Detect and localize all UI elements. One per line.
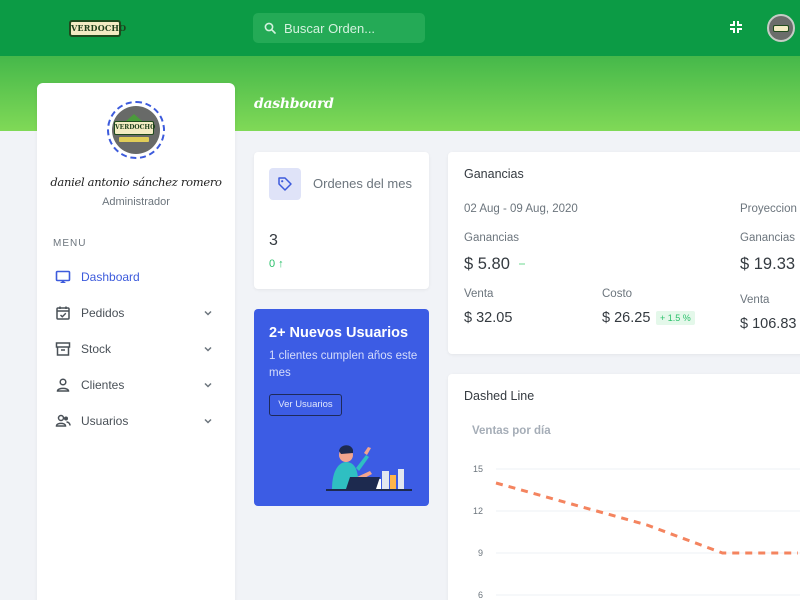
chevron-down-icon: [204, 382, 212, 388]
cost-label: Costo: [602, 288, 633, 300]
earnings-value: $ 5.80: [464, 255, 510, 273]
search-box[interactable]: [253, 13, 425, 43]
new-users-title: 2+ Nuevos Usuarios: [269, 325, 409, 341]
cost-change-badge: + 1.5 %: [656, 311, 695, 325]
projected-sales-label: Venta: [740, 294, 770, 306]
earnings-title: Ganancias: [464, 167, 524, 181]
people-icon: [55, 414, 71, 427]
projected-sales-value: $ 106.83: [740, 316, 797, 332]
sidebar-item-label: Stock: [81, 342, 112, 356]
cost-value: $ 26.25: [602, 310, 651, 326]
orders-delta: 0 ↑: [269, 258, 284, 270]
y-tick-label: 15: [473, 464, 483, 474]
search-input[interactable]: [284, 13, 420, 43]
sidebar: VERDOCHO daniel antonio sánchez romero A…: [37, 83, 235, 600]
tag-icon: [278, 177, 292, 191]
profile-role: Administrador: [102, 196, 170, 208]
view-users-button[interactable]: Ver Usuarios: [269, 394, 342, 416]
sales-value: $ 32.05: [464, 310, 513, 326]
avatar-logo: [773, 25, 789, 32]
y-tick-label: 6: [478, 590, 483, 600]
menu-label: MENU: [53, 238, 87, 249]
earnings-label: Ganancias: [464, 232, 519, 244]
y-tick-label: 9: [478, 548, 483, 558]
projection-label: Proyeccion: [740, 203, 797, 215]
logo-plate: VERDOCHO: [114, 121, 155, 135]
chevron-down-icon: [204, 346, 212, 352]
sidebar-item-clientes[interactable]: Clientes: [37, 370, 235, 400]
earnings-card: Ganancias 02 Aug - 09 Aug, 2020 Proyecci…: [448, 152, 800, 354]
orders-card: Ordenes del mes 3 0 ↑: [254, 152, 429, 289]
sales-label: Venta: [464, 288, 494, 300]
profile-name: daniel antonio sánchez romero: [50, 175, 222, 189]
orders-count: 3: [269, 232, 278, 249]
profile-logo: VERDOCHO: [107, 101, 165, 159]
chevron-down-icon: [204, 418, 212, 424]
y-tick-label: 12: [473, 506, 483, 516]
earnings-period: 02 Aug - 09 Aug, 2020: [464, 203, 578, 215]
archive-icon: [55, 342, 71, 356]
new-users-text: 1 clientes cumplen años este mes: [269, 350, 418, 379]
logo-ribbon: [119, 137, 149, 142]
page-title: dashboard: [254, 96, 334, 112]
line-chart: 15 12 9 6: [473, 464, 800, 600]
sidebar-item-label: Usuarios: [81, 414, 129, 428]
sidebar-item-usuarios[interactable]: Usuarios: [37, 406, 235, 436]
orders-title: Ordenes del mes: [313, 176, 412, 191]
projected-earnings-label: Ganancias: [740, 232, 795, 244]
sidebar-item-dashboard[interactable]: Dashboard: [37, 262, 235, 292]
user-avatar[interactable]: [767, 14, 795, 42]
search-icon: [264, 22, 276, 34]
person-laptop-illustration: [326, 445, 412, 491]
chevron-down-icon: [204, 310, 212, 316]
sidebar-item-label: Clientes: [81, 378, 125, 392]
new-users-card: 2+ Nuevos Usuarios 1 clientes cumplen añ…: [254, 309, 429, 506]
sidebar-item-pedidos[interactable]: Pedidos: [37, 298, 235, 328]
sidebar-item-stock[interactable]: Stock: [37, 334, 235, 364]
earnings-trend-mark: [519, 263, 525, 265]
brand-logo[interactable]: VERDOCHO: [69, 20, 126, 37]
chart-card: Dashed Line Ventas por día 15 12 9 6: [448, 374, 800, 600]
person-icon: [56, 378, 70, 392]
fullscreen-exit-icon[interactable]: [729, 20, 743, 34]
series-line: [495, 481, 798, 555]
top-bar: VERDOCHO: [0, 0, 800, 56]
orders-icon-box: [269, 168, 301, 200]
sidebar-item-label: Pedidos: [81, 306, 125, 320]
calendar-check-icon: [56, 306, 70, 320]
monitor-icon: [55, 270, 71, 283]
sidebar-item-label: Dashboard: [81, 270, 140, 284]
projected-earnings-value: $ 19.33: [740, 255, 796, 273]
